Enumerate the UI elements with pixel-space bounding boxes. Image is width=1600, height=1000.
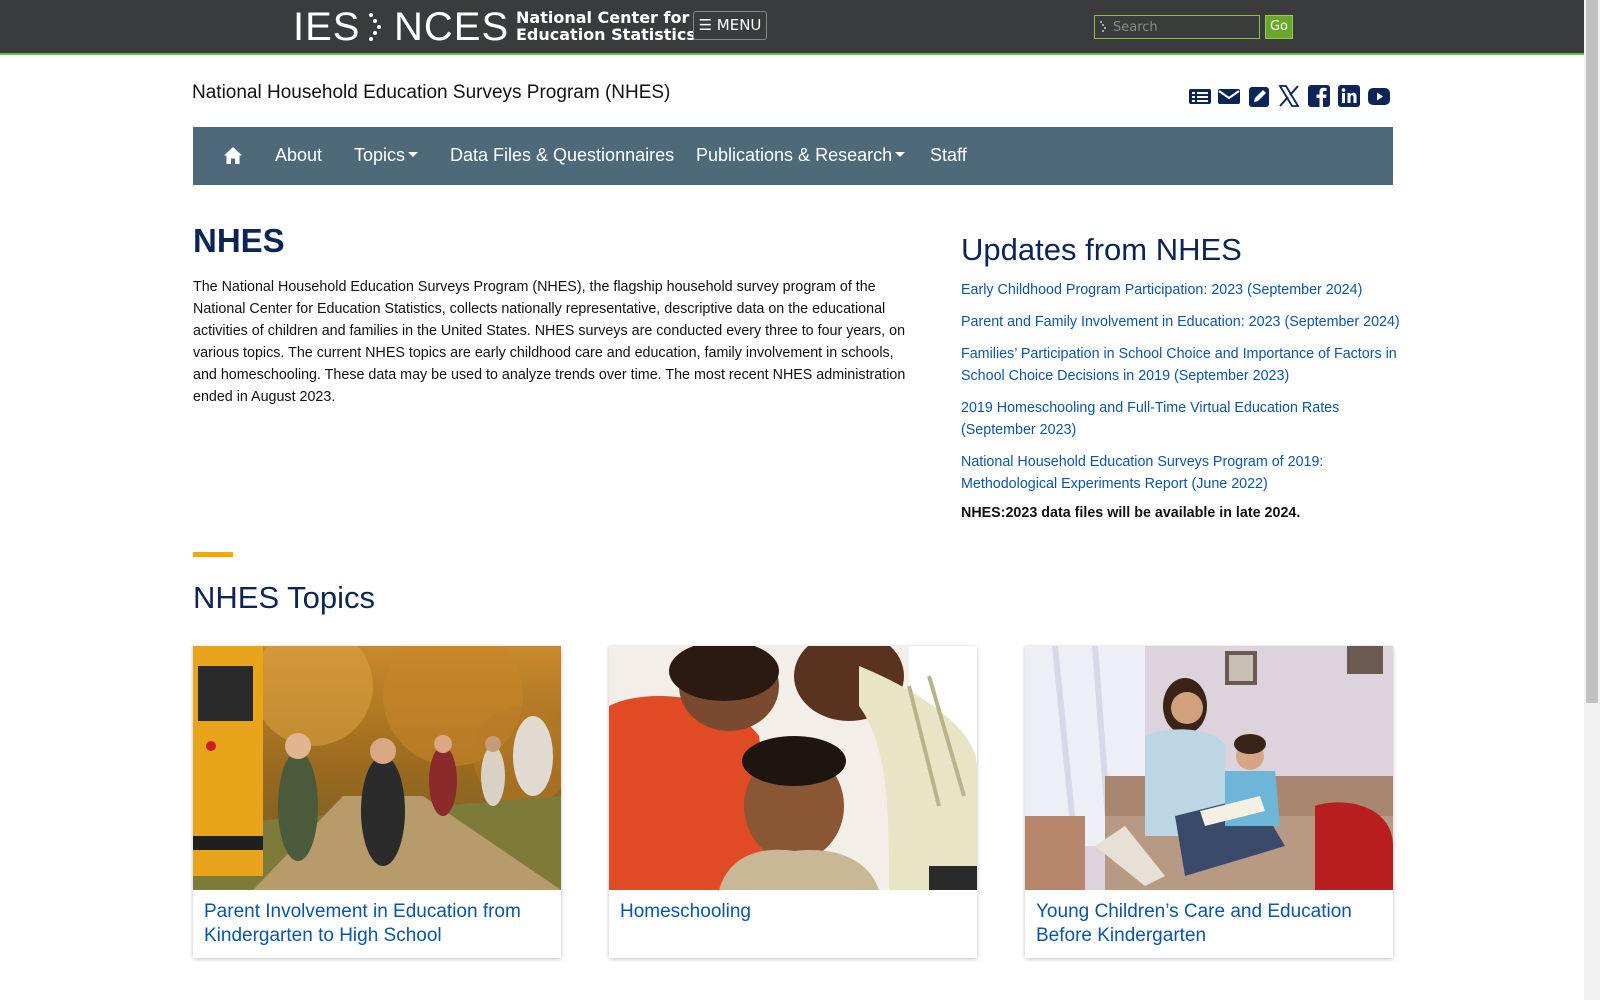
ies-dots-icon bbox=[1100, 21, 1106, 32]
nav-item-publications-label: Publications & Research bbox=[696, 145, 893, 165]
topics-heading: NHES Topics bbox=[193, 580, 376, 615]
section-accent-bar bbox=[193, 552, 233, 557]
intro-paragraph: The National Household Education Surveys… bbox=[193, 279, 906, 405]
update-link[interactable]: Families’ Participation in School Choice… bbox=[961, 343, 1401, 387]
youtube-icon[interactable] bbox=[1367, 84, 1391, 108]
logo-line-2: Education Statistics bbox=[516, 25, 696, 44]
topic-card-early-childhood[interactable]: Young Children’s Care and Education Befo… bbox=[1025, 646, 1393, 958]
search-go-button[interactable]: Go bbox=[1265, 15, 1293, 39]
program-title[interactable]: National Household Education Surveys Pro… bbox=[192, 82, 670, 104]
updates-heading: Updates from NHES bbox=[961, 232, 1242, 267]
caret-down-icon bbox=[895, 151, 906, 157]
ies-logo-text[interactable]: IES bbox=[293, 7, 360, 47]
data-release-note: NHES:2023 data files will be available i… bbox=[961, 505, 1301, 521]
list-item: 2019 Homeschooling and Full-Time Virtual… bbox=[961, 397, 1401, 441]
nav-item-publications[interactable]: Publications & Research bbox=[696, 145, 906, 166]
nav-item-topics[interactable]: Topics bbox=[354, 145, 419, 166]
list-item: Families’ Participation in School Choice… bbox=[961, 343, 1401, 387]
list-item: National Household Education Surveys Pro… bbox=[961, 451, 1401, 495]
nces-logo-text[interactable]: NCES bbox=[394, 7, 509, 47]
list-item: Early Childhood Program Participation: 2… bbox=[961, 279, 1401, 301]
search-field[interactable] bbox=[1094, 15, 1260, 39]
main-navigation: About Topics Data Files & Questionnaires… bbox=[193, 127, 1393, 185]
nces-full-name[interactable]: National Center for Education Statistics bbox=[516, 9, 696, 43]
update-link[interactable]: Parent and Family Involvement in Educati… bbox=[961, 311, 1401, 333]
topic-card-parent-involvement[interactable]: Parent Involvement in Education from Kin… bbox=[193, 646, 561, 958]
page-title: NHES bbox=[193, 222, 285, 259]
topic-card-title[interactable]: Parent Involvement in Education from Kin… bbox=[204, 900, 554, 948]
logo-line-1: National Center for bbox=[516, 8, 690, 27]
nav-item-about[interactable]: About bbox=[275, 145, 322, 166]
caret-down-icon bbox=[408, 151, 419, 157]
topic-card-homeschooling[interactable]: Homeschooling bbox=[609, 646, 977, 958]
email-icon[interactable] bbox=[1217, 84, 1241, 108]
mother-reading-photo bbox=[1025, 646, 1393, 890]
newsflash-icon[interactable] bbox=[1188, 84, 1212, 108]
facebook-icon[interactable] bbox=[1307, 84, 1331, 108]
topic-card-title[interactable]: Young Children’s Care and Education Befo… bbox=[1036, 900, 1386, 948]
nav-item-data-files[interactable]: Data Files & Questionnaires bbox=[450, 145, 674, 166]
search-input[interactable] bbox=[1113, 17, 1253, 37]
children-running-photo bbox=[193, 646, 561, 890]
x-twitter-icon[interactable] bbox=[1277, 84, 1301, 108]
scrollbar-thumb[interactable] bbox=[1586, 0, 1598, 703]
page-scrollbar[interactable] bbox=[1584, 0, 1600, 1000]
update-link[interactable]: 2019 Homeschooling and Full-Time Virtual… bbox=[961, 397, 1401, 441]
ies-dots-icon bbox=[369, 13, 381, 41]
edit-icon[interactable] bbox=[1247, 84, 1271, 108]
update-link[interactable]: National Household Education Surveys Pro… bbox=[961, 451, 1401, 495]
linkedin-icon[interactable] bbox=[1337, 84, 1361, 108]
parents-child-photo bbox=[609, 646, 977, 890]
menu-button[interactable]: ☰ MENU bbox=[693, 11, 767, 40]
site-header: IES NCES National Center for Education S… bbox=[0, 0, 1584, 55]
nav-item-staff[interactable]: Staff bbox=[930, 145, 967, 166]
updates-list: Early Childhood Program Participation: 2… bbox=[961, 279, 1401, 505]
home-icon[interactable] bbox=[223, 146, 243, 165]
list-item: Parent and Family Involvement in Educati… bbox=[961, 311, 1401, 333]
update-link[interactable]: Early Childhood Program Participation: 2… bbox=[961, 279, 1401, 301]
nav-item-topics-label: Topics bbox=[354, 145, 406, 165]
topic-card-title[interactable]: Homeschooling bbox=[620, 900, 970, 924]
